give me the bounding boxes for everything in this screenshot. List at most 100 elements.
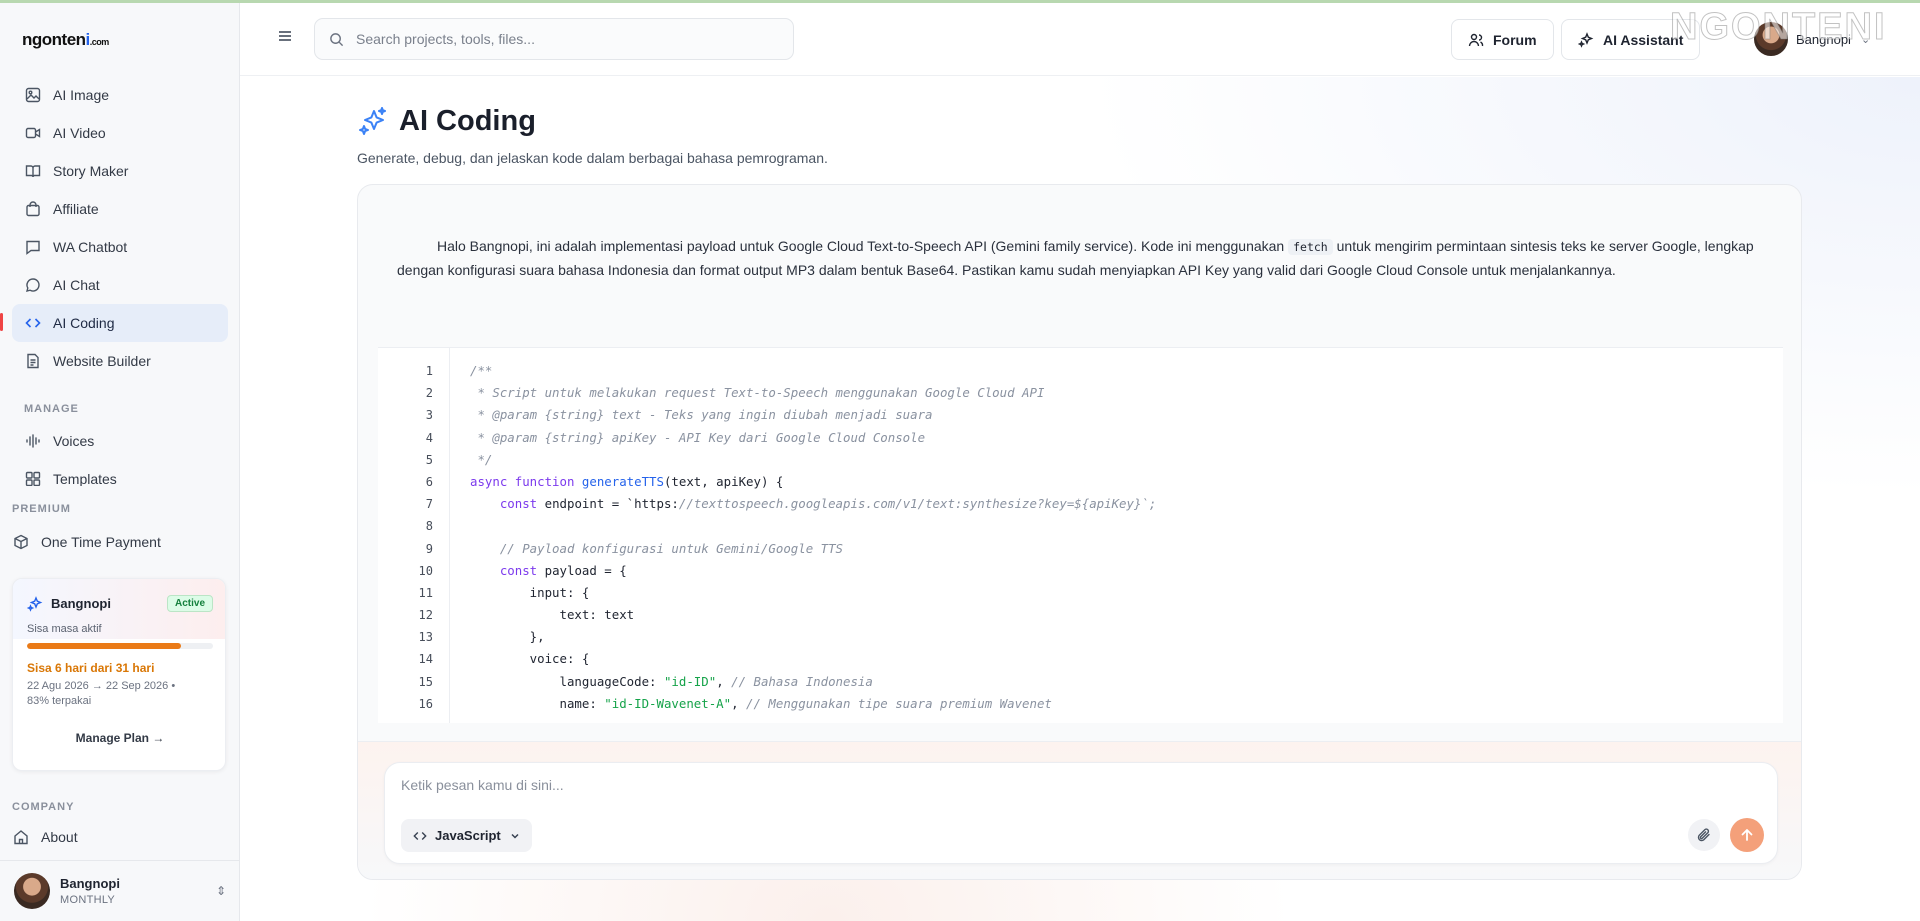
sidebar-item-ai-coding[interactable]: AI Coding xyxy=(12,304,228,342)
code-token: const xyxy=(499,496,538,512)
code-token: }, xyxy=(470,629,545,645)
code-token: async function xyxy=(470,473,582,489)
code-token: * @param {string} apiKey - API Key dari … xyxy=(470,429,926,445)
forum-button[interactable]: Forum xyxy=(1451,19,1554,60)
sidebar-item-about[interactable]: About xyxy=(0,818,228,856)
sidebar-item-label: Templates xyxy=(53,471,117,486)
avatar xyxy=(14,873,50,909)
line-number: 9 xyxy=(425,541,433,556)
code-token: , xyxy=(731,695,747,711)
sidebar-item-ai-chat[interactable]: AI Chat xyxy=(12,266,228,304)
code-token: "id-ID" xyxy=(663,673,717,689)
sidebar-item-label: AI Chat xyxy=(53,277,100,293)
send-button[interactable] xyxy=(1730,818,1764,852)
sidebar-item-label: One Time Payment xyxy=(41,534,161,550)
code-token: , xyxy=(716,673,732,689)
topbar-user-name: Bangnopi xyxy=(1796,31,1851,47)
plan-usage: 83% terpakai xyxy=(27,695,92,707)
chevron-down-icon: ⌄ xyxy=(1860,33,1871,46)
code-token: //texttospeech.googleapis.com/v1/text:sy… xyxy=(678,496,1157,512)
sidebar-item-label: Story Maker xyxy=(53,163,129,179)
sidebar-item-affiliate[interactable]: Affiliate xyxy=(12,190,228,228)
sidebar-item-ai-video[interactable]: AI Video xyxy=(12,114,228,152)
composer-zone: JavaScript xyxy=(358,741,1801,879)
line-number: 10 xyxy=(418,563,433,578)
logo[interactable]: ngonteni.com xyxy=(22,30,109,50)
manage-nav: Voices xyxy=(12,422,228,460)
sidebar-item-label: AI Coding xyxy=(53,315,115,331)
plan-header: Bangnopi Active xyxy=(27,595,213,612)
chat-square-icon xyxy=(25,239,41,255)
composer: JavaScript xyxy=(384,762,1778,864)
language-select[interactable]: JavaScript xyxy=(401,819,532,852)
sidebar-item-templates[interactable]: Templates xyxy=(12,460,228,486)
sidebar-item-story-maker[interactable]: Story Maker xyxy=(12,152,228,190)
code-line: // Payload konfigurasi untuk Gemini/Goog… xyxy=(470,538,1760,560)
sidebar-item-label: AI Image xyxy=(53,87,110,103)
shopping-bag-icon xyxy=(25,201,41,217)
code-line: name: "id-ID-Wavenet-A", // Menggunakan … xyxy=(470,693,1760,715)
sidebar-item-label: Website Builder xyxy=(53,353,151,369)
section-label-company: COMPANY xyxy=(12,801,75,813)
topbar-user-menu[interactable]: Bangnopi ⌄ xyxy=(1754,20,1870,58)
video-icon xyxy=(25,125,41,141)
sparkle-icon xyxy=(27,595,43,612)
user-menu[interactable]: Bangnopi MONTHLY ⇕ xyxy=(0,860,240,921)
sidebar-item-label: WA Chatbot xyxy=(53,239,128,255)
sidebar: ngonteni.com AI Image AI Video Story Mak… xyxy=(0,0,240,921)
code-line: text: text xyxy=(470,604,1760,626)
sparkles-icon xyxy=(359,106,386,135)
code-token: /** xyxy=(470,363,493,378)
code-icon xyxy=(25,315,41,331)
plan-progress-fill xyxy=(27,643,182,649)
sidebar-item-label: Affiliate xyxy=(53,201,99,217)
message-input[interactable] xyxy=(401,777,1741,803)
title-row: AI Coding xyxy=(357,105,828,138)
forum-label: Forum xyxy=(1493,31,1537,48)
sidebar-nav: AI Image AI Video Story Maker Affiliate … xyxy=(12,76,228,380)
users-icon xyxy=(1468,33,1484,46)
line-number: 1 xyxy=(425,364,433,378)
code-token: * @param {string} text - Teks yang ingin… xyxy=(470,407,933,423)
code-line: const payload = { xyxy=(470,560,1760,582)
active-indicator xyxy=(0,313,3,331)
attach-button[interactable] xyxy=(1688,819,1720,851)
main-content: AI Coding Generate, debug, dan jelaskan … xyxy=(240,77,1920,921)
plan-card: Bangnopi Active Sisa masa aktif Sisa 6 h… xyxy=(12,578,226,771)
page-header: AI Coding Generate, debug, dan jelaskan … xyxy=(357,105,828,166)
top-accent-line xyxy=(0,0,1920,3)
plan-remaining: Sisa 6 hari dari 31 hari xyxy=(27,661,155,675)
code-line: * @param {string} text - Teks yang ingin… xyxy=(470,404,1760,426)
line-number: 8 xyxy=(425,519,433,534)
sidebar-item-voices[interactable]: Voices xyxy=(12,422,228,460)
code-token: * Script untuk melakukan request Text-to… xyxy=(470,385,1045,401)
code-line: /** xyxy=(470,360,1760,382)
code-token: // Menggunakan tipe suara premium Wavene… xyxy=(746,695,1052,711)
sidebar-item-one-time-payment[interactable]: One Time Payment xyxy=(0,523,228,561)
ai-assistant-button[interactable]: AI Assistant xyxy=(1561,19,1701,60)
paperclip-icon xyxy=(1697,828,1710,842)
line-numbers: 1 2 3 4 5 6 7 8 9 10 11 12 13 14 15 16 xyxy=(378,348,449,715)
sidebar-item-website-builder[interactable]: Website Builder xyxy=(12,342,228,380)
menu-icon[interactable] xyxy=(276,28,294,44)
sidebar-item-ai-image[interactable]: AI Image xyxy=(12,76,228,114)
code-line: }, xyxy=(470,626,1760,648)
code-token: // Payload konfigurasi untuk Gemini/Goog… xyxy=(499,540,843,556)
code-block[interactable]: 1 2 3 4 5 6 7 8 9 10 11 12 13 14 15 16 /** * Script unt… xyxy=(378,347,1783,723)
line-number: 16 xyxy=(418,696,433,711)
sidebar-item-wa-chatbot[interactable]: WA Chatbot xyxy=(12,228,228,266)
inline-code: fetch xyxy=(1288,239,1333,255)
topbar: Forum AI Assistant Bangnopi ⌄ NGONTENI xyxy=(240,0,1920,76)
line-number: 2 xyxy=(425,386,433,401)
home-icon xyxy=(13,829,29,845)
search-input[interactable] xyxy=(356,31,776,47)
plan-date-range: 22 Agu 2026 → 22 Sep 2026 • xyxy=(27,680,176,692)
code-line: const endpoint = `https://texttospeech.g… xyxy=(470,493,1760,515)
grid-icon xyxy=(25,471,41,486)
scroll-clip: Templates xyxy=(0,460,240,486)
manage-plan-button[interactable]: Manage Plan → xyxy=(27,731,213,745)
